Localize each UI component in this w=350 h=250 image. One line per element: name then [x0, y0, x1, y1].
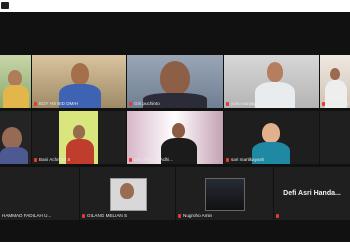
participant-tile[interactable]: Defi Asri Handa... — [274, 167, 350, 220]
muted-mic-icon — [34, 157, 37, 162]
muted-mic-icon — [129, 157, 132, 162]
participant-name: Defi Asri Handa... — [283, 190, 341, 198]
participant-tile[interactable]: HAMMAD FADILAH U... — [0, 167, 79, 220]
participant-tile[interactable]: Bani Achmad S — [32, 111, 126, 164]
participant-tile[interactable]: Giri puchinto — [127, 55, 223, 108]
participant-name: sari martikayanti — [226, 157, 264, 163]
participant-tile[interactable] — [0, 111, 31, 164]
participant-name: GILANG MELIAN S — [82, 213, 127, 219]
muted-mic-icon — [276, 213, 281, 219]
muted-mic-icon — [34, 101, 37, 106]
participant-name: Haryo LiWi — [322, 101, 349, 107]
participant-name: Leo. Ikhtiad. Adhi... — [129, 157, 173, 163]
participant-name: Bani Achmad S — [34, 157, 70, 163]
top-bar — [0, 0, 350, 12]
participant-name: HAMMAD FADILAH U... — [2, 213, 52, 218]
video-conference-window: EDY HS BID DMIH Giri puchinto yono sanja… — [0, 0, 350, 250]
participant-name: yono sanjaya — [226, 101, 258, 107]
muted-mic-icon — [129, 101, 132, 106]
participant-tile[interactable]: Leo. Ikhtiad. Adhi... — [127, 111, 223, 164]
bottom-bar — [0, 242, 350, 250]
participant-tile[interactable]: Nugroho Amin — [176, 167, 273, 220]
muted-mic-icon — [226, 101, 229, 106]
participant-name: EDY HS BID DMIH — [34, 101, 78, 107]
participant-gallery: EDY HS BID DMIH Giri puchinto yono sanja… — [0, 12, 350, 242]
participant-tile[interactable]: GILANG MELIAN S — [80, 167, 175, 220]
participant-tile[interactable] — [0, 55, 31, 108]
participant-name: Nugroho Amin — [178, 213, 212, 219]
muted-mic-icon — [178, 213, 181, 218]
participant-tile[interactable]: yono sanjaya — [224, 55, 319, 108]
participant-name: Giri puchinto — [129, 101, 160, 107]
participant-tile[interactable]: sari martikayanti — [224, 111, 319, 164]
muted-mic-icon — [82, 213, 85, 218]
camera-icon[interactable] — [1, 2, 9, 9]
participant-tile[interactable]: Haryo LiWi — [320, 55, 350, 108]
muted-mic-icon — [322, 101, 325, 106]
muted-mic-icon — [226, 157, 229, 162]
participant-tile[interactable] — [320, 111, 350, 164]
participant-tile-active-speaker[interactable]: EDY HS BID DMIH — [32, 55, 126, 108]
